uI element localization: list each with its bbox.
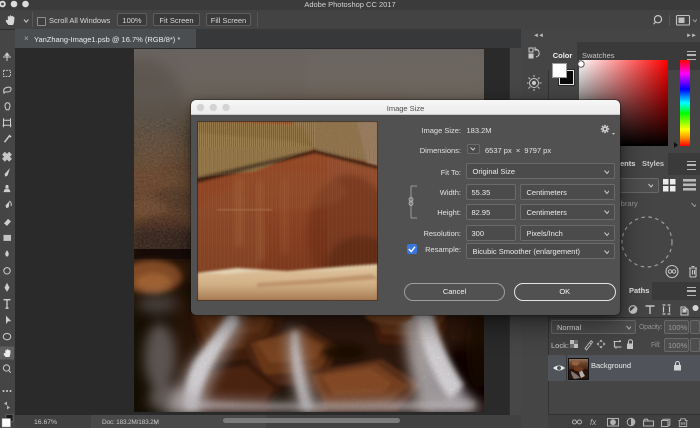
svg-text:fx: fx <box>590 418 597 427</box>
